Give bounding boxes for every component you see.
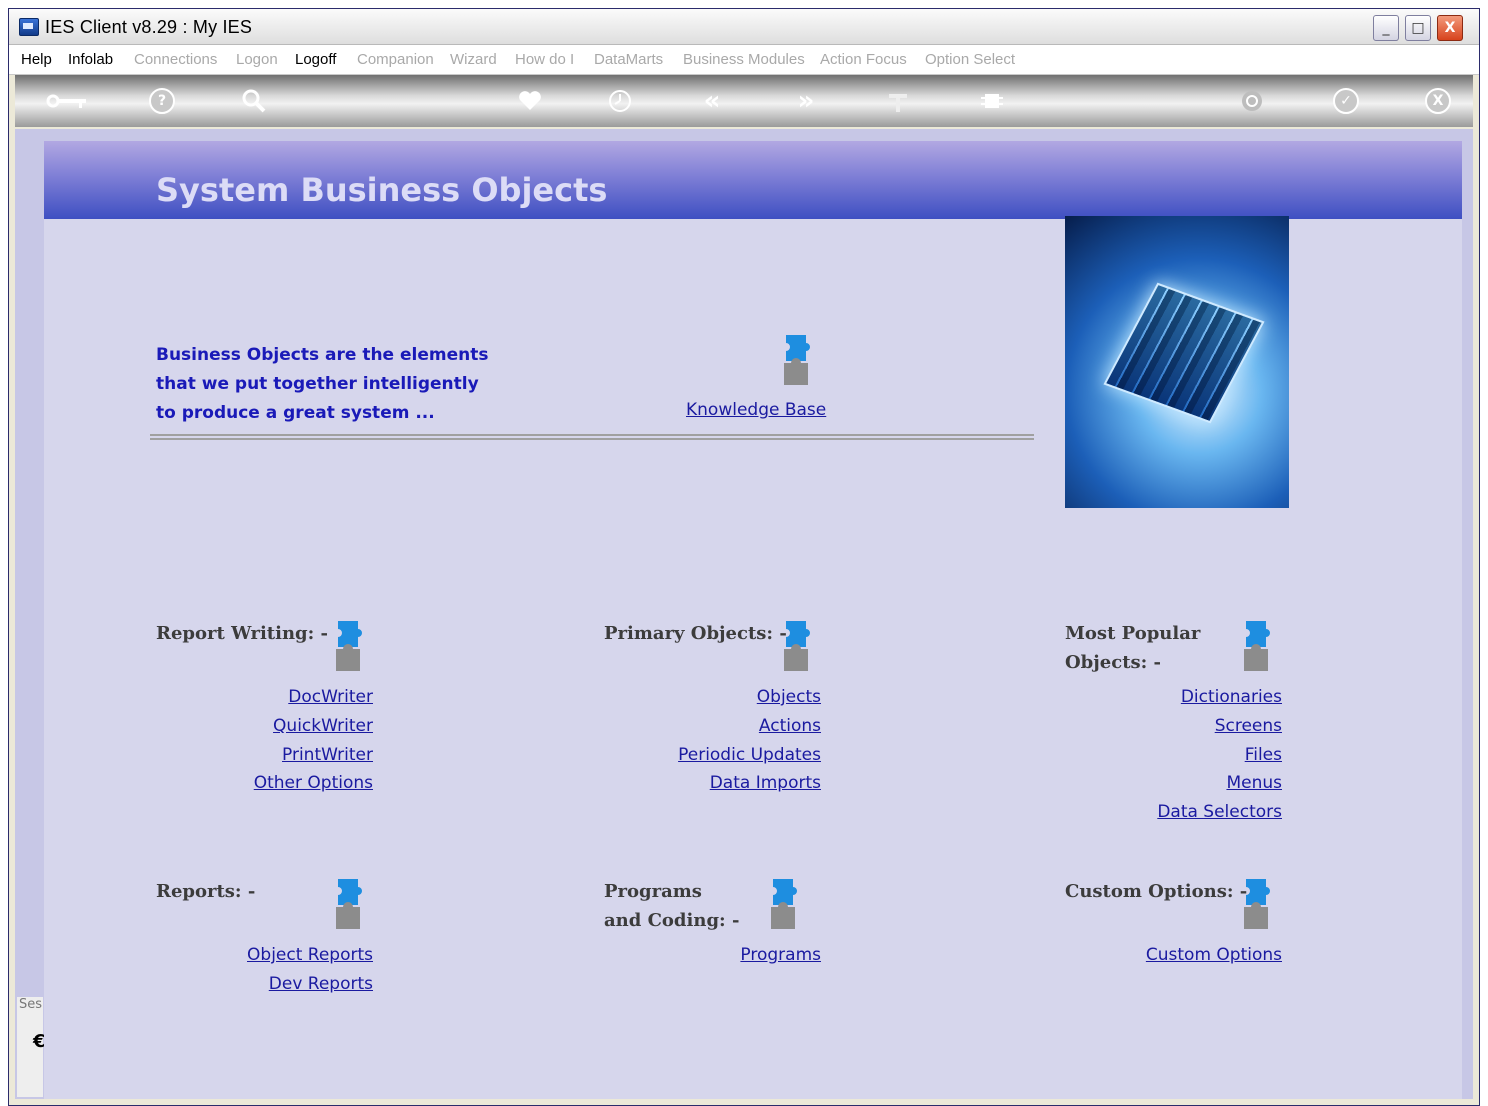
intro-line-3: to produce a great system ...: [156, 403, 435, 423]
app-icon: [19, 18, 39, 36]
intro-text: Business Objects are the elements that w…: [156, 341, 488, 428]
programs-link[interactable]: Programs: [740, 945, 821, 965]
custom-options-heading: Custom Options: -: [1065, 881, 1248, 902]
objects-link[interactable]: Objects: [757, 687, 821, 707]
menu-help[interactable]: Help: [21, 51, 52, 68]
cube-graphic: [1103, 282, 1265, 424]
app-window: IES Client v8.29 : My IES _ □ X Help Inf…: [8, 8, 1480, 1106]
menu-logon[interactable]: Logon: [236, 51, 278, 68]
screens-link[interactable]: Screens: [1215, 716, 1282, 736]
forward-icon[interactable]: »: [793, 88, 819, 114]
session-label: Ses: [19, 997, 43, 1012]
menu-action-focus[interactable]: Action Focus: [820, 51, 907, 68]
menu-option-select[interactable]: Option Select: [925, 51, 1015, 68]
main-panel: Business Objects are the elements that w…: [44, 216, 1462, 1099]
menu-wizard[interactable]: Wizard: [450, 51, 497, 68]
dev-reports-link[interactable]: Dev Reports: [269, 974, 373, 994]
puzzle-icon: [331, 877, 365, 935]
printwriter-link[interactable]: PrintWriter: [282, 745, 373, 765]
recycle-icon[interactable]: [1239, 88, 1265, 114]
toolbar: ? « » ✓ X: [15, 75, 1473, 127]
puzzle-icon: [1239, 619, 1273, 677]
most-popular-heading-line-1: Most Popular: [1065, 623, 1201, 644]
menu-connections[interactable]: Connections: [134, 51, 217, 68]
window-title: IES Client v8.29 : My IES: [45, 17, 253, 37]
knowledge-base-link[interactable]: Knowledge Base: [686, 400, 826, 420]
menu-bar: Help Infolab Connections Logon Logoff Co…: [9, 45, 1479, 75]
periodic-updates-link[interactable]: Periodic Updates: [678, 745, 821, 765]
menu-how-do-i[interactable]: How do I: [515, 51, 574, 68]
object-reports-link[interactable]: Object Reports: [247, 945, 373, 965]
puzzle-icon: [779, 333, 813, 391]
programs-heading-line-2: and Coding: -: [604, 910, 740, 931]
cube-image: [1065, 216, 1289, 508]
menus-link[interactable]: Menus: [1226, 773, 1282, 793]
most-popular-heading-line-2: Objects: -: [1065, 652, 1162, 673]
reports-heading: Reports: -: [156, 881, 256, 902]
custom-options-link[interactable]: Custom Options: [1146, 945, 1282, 965]
chip-icon[interactable]: [979, 88, 1005, 114]
menu-datamarts[interactable]: DataMarts: [594, 51, 663, 68]
puzzle-icon: [766, 877, 800, 935]
intro-line-2: that we put together intelligently: [156, 374, 479, 394]
clock-icon[interactable]: [607, 88, 633, 114]
intro-line-1: Business Objects are the elements: [156, 345, 489, 365]
data-selectors-link[interactable]: Data Selectors: [1157, 802, 1282, 822]
dictionaries-link[interactable]: Dictionaries: [1181, 687, 1282, 707]
other-options-link[interactable]: Other Options: [254, 773, 373, 793]
content-area: System Business Objects Ses € Business O…: [15, 129, 1473, 1099]
actions-link[interactable]: Actions: [759, 716, 821, 736]
quickwriter-link[interactable]: QuickWriter: [273, 716, 373, 736]
report-writing-heading: Report Writing: -: [156, 623, 329, 644]
primary-objects-heading: Primary Objects: -: [604, 623, 787, 644]
most-popular-heading: Most Popular Objects: -: [1065, 619, 1200, 677]
puzzle-icon: [331, 619, 365, 677]
menu-logoff[interactable]: Logoff: [295, 51, 336, 68]
puzzle-icon: [1239, 877, 1273, 935]
minimize-button[interactable]: _: [1373, 15, 1399, 41]
docwriter-link[interactable]: DocWriter: [288, 687, 373, 707]
page-banner: System Business Objects: [44, 141, 1462, 219]
close-icon[interactable]: X: [1425, 88, 1451, 114]
programs-heading-line-1: Programs: [604, 881, 702, 902]
check-icon[interactable]: ✓: [1333, 88, 1359, 114]
key-icon[interactable]: [45, 88, 89, 114]
help-icon[interactable]: ?: [149, 88, 175, 114]
close-button[interactable]: X: [1437, 15, 1463, 41]
menu-companion[interactable]: Companion: [357, 51, 434, 68]
menu-business-modules[interactable]: Business Modules: [683, 51, 805, 68]
divider: [150, 434, 1034, 440]
title-bar: IES Client v8.29 : My IES _ □ X: [9, 9, 1479, 45]
menu-infolab[interactable]: Infolab: [68, 51, 113, 68]
data-imports-link[interactable]: Data Imports: [710, 773, 821, 793]
maximize-button[interactable]: □: [1405, 15, 1431, 41]
page-title: System Business Objects: [156, 171, 608, 209]
programs-heading: Programs and Coding: -: [604, 877, 739, 935]
heart-icon[interactable]: [517, 88, 543, 114]
tool-icon[interactable]: [885, 88, 911, 114]
puzzle-icon: [779, 619, 813, 677]
session-strip: Ses €: [17, 997, 46, 1097]
search-icon[interactable]: [241, 88, 267, 114]
back-icon[interactable]: «: [699, 88, 725, 114]
files-link[interactable]: Files: [1245, 745, 1282, 765]
